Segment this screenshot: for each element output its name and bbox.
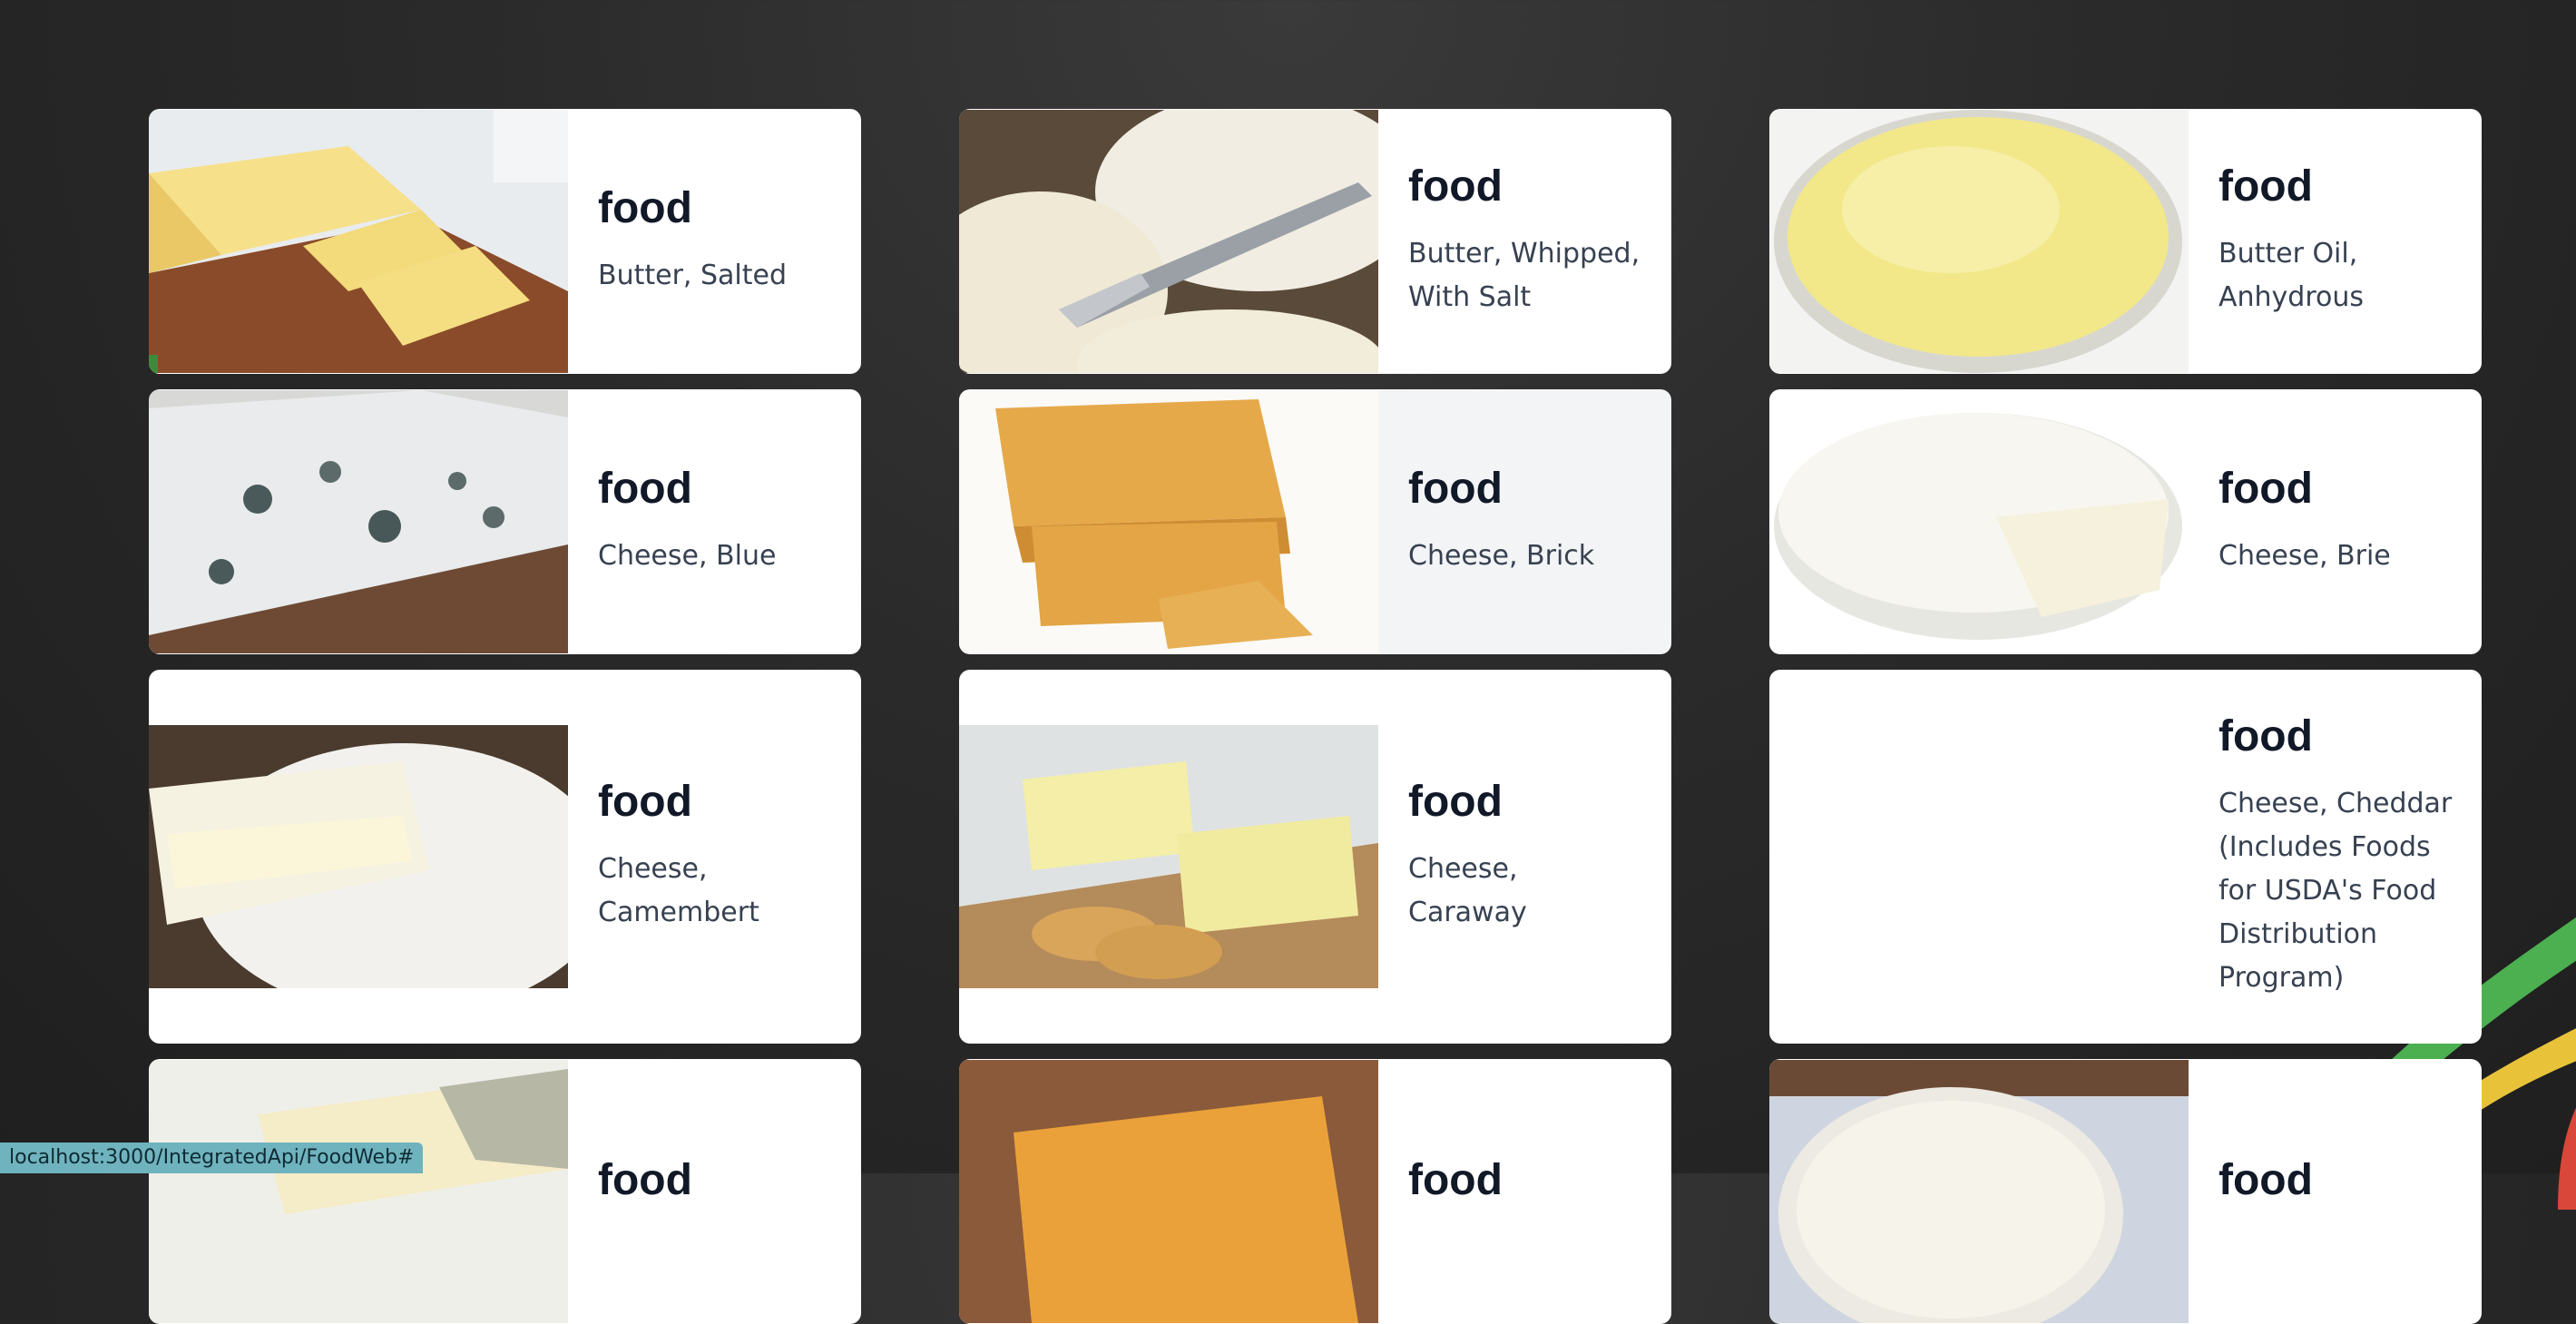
food-title: food: [598, 183, 692, 232]
food-name: Cheese, Brick: [1408, 540, 1595, 573]
food-grid: food Butter, Salted food Butter, Whipped…: [149, 109, 2482, 1324]
food-title: food: [1408, 1155, 1503, 1204]
food-image-cheese-brie: [1769, 390, 2189, 653]
food-title: food: [598, 464, 692, 513]
food-name: Butter, Salted: [598, 260, 788, 292]
food-title: food: [2218, 1155, 2313, 1204]
food-title: food: [1408, 777, 1503, 826]
food-image-butter-oil: [1769, 110, 2189, 373]
food-title: food: [598, 1155, 692, 1204]
food-card[interactable]: food Butter Oil, Anhydrous: [1769, 109, 2482, 374]
food-card[interactable]: food Cheese, Caraway: [959, 670, 1671, 1044]
food-image-cheese: [149, 1060, 568, 1323]
food-card[interactable]: food: [1769, 1059, 2482, 1324]
food-card[interactable]: food Cheese, Cheddar (Includes Foods for…: [1769, 670, 2482, 1044]
food-image-cheese: [959, 1060, 1378, 1323]
food-card[interactable]: food Cheese, Camembert: [149, 670, 861, 1044]
food-name: Cheese, Cheddar (Includes Foods for USDA…: [2218, 788, 2453, 995]
food-image-missing: [1769, 725, 2189, 988]
food-card[interactable]: food: [149, 1059, 861, 1324]
food-title: food: [2218, 711, 2313, 760]
food-title: food: [2218, 464, 2313, 513]
food-name: Butter Oil, Anhydrous: [2218, 238, 2365, 314]
food-title: food: [2218, 162, 2313, 211]
food-card[interactable]: food Cheese, Blue: [149, 389, 861, 654]
food-title: food: [1408, 162, 1503, 211]
food-name: Butter, Whipped, With Salt: [1408, 238, 1641, 314]
food-title: food: [598, 777, 692, 826]
food-image-cheese-blue: [149, 390, 568, 653]
food-image-cheese-brick: [959, 390, 1378, 653]
status-bar-url: localhost:3000/IntegratedApi/FoodWeb#: [0, 1143, 424, 1173]
food-card[interactable]: food Cheese, Brie: [1769, 389, 2482, 654]
food-image-butter-salted: [149, 110, 568, 373]
food-image-butter-whipped: [959, 110, 1378, 373]
food-name: Cheese, Blue: [598, 540, 777, 573]
food-name: Cheese, Caraway: [1408, 853, 1527, 929]
food-image-cheese-caraway: [959, 725, 1378, 988]
food-image-cheese-camembert: [149, 725, 568, 988]
food-name: Cheese, Brie: [2218, 540, 2391, 573]
food-image-cheese: [1769, 1060, 2189, 1323]
food-card[interactable]: food: [959, 1059, 1671, 1324]
food-card[interactable]: food Cheese, Brick: [959, 389, 1671, 654]
food-title: food: [1408, 464, 1503, 513]
food-name: Cheese, Camembert: [598, 853, 759, 929]
food-card[interactable]: food Butter, Salted: [149, 109, 861, 374]
food-card[interactable]: food Butter, Whipped, With Salt: [959, 109, 1671, 374]
